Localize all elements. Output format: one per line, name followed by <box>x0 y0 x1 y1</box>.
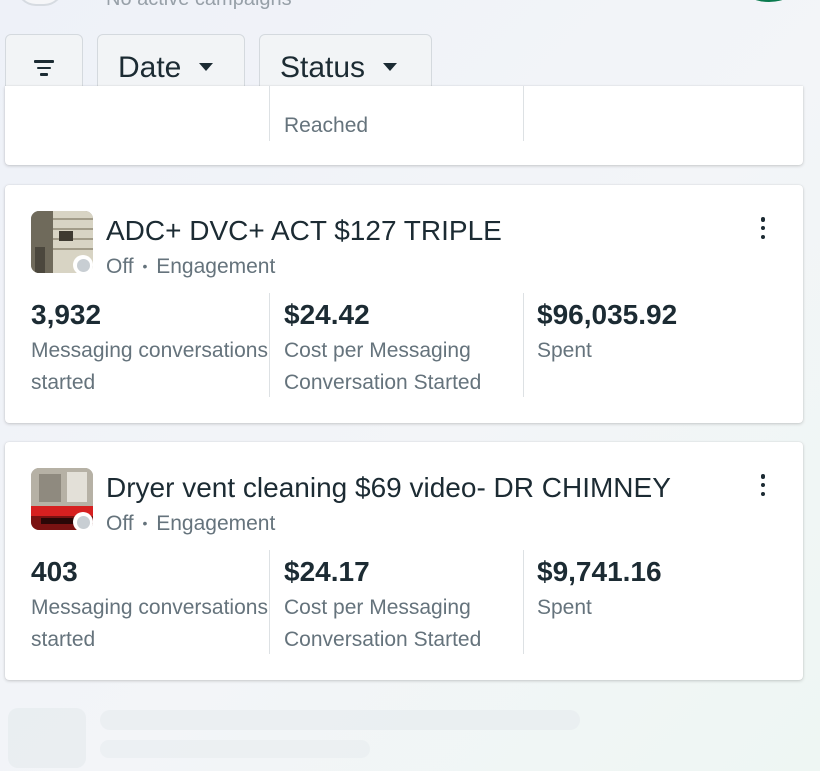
campaign-name[interactable]: Dryer vent cleaning $69 video- DR CHIMNE… <box>106 472 671 504</box>
metric-conversations: 403 Messaging conversations started <box>31 556 271 656</box>
meta-separator: • <box>142 258 148 274</box>
more-options-icon[interactable] <box>755 474 771 496</box>
placeholder-line <box>100 710 580 730</box>
meta-separator: • <box>142 515 148 531</box>
metric-value: $96,035.92 <box>537 299 678 330</box>
metric-label: Reached <box>284 114 369 137</box>
metric-value: $24.42 <box>284 299 370 330</box>
campaign-card[interactable]: Dryer vent cleaning $69 video- DR CHIMNE… <box>5 442 803 680</box>
metric-value: $9,741.16 <box>537 556 662 587</box>
metric-conversations: 3,932 Messaging conversations started <box>31 299 271 399</box>
metric-cost-per-conversation: $24.17 Cost per Messaging Conversation S… <box>284 556 524 656</box>
metric-label: Cost per Messaging Conversation Started <box>284 596 482 651</box>
metric-spent: $9,741.16 Spent <box>537 556 777 624</box>
campaign-meta: Off • Engagement <box>106 512 275 536</box>
campaign-objective: Engagement <box>156 255 276 278</box>
active-campaigns-subtext: No active campaigns <box>106 0 292 11</box>
loading-placeholder <box>0 700 820 771</box>
metric-value: 3,932 <box>31 299 102 330</box>
profile-button[interactable] <box>740 0 798 2</box>
placeholder-line <box>100 740 370 758</box>
account-avatar[interactable] <box>16 0 64 6</box>
caret-down-icon <box>199 63 214 71</box>
campaign-name[interactable]: ADC+ DVC+ ACT $127 TRIPLE <box>106 215 502 247</box>
metric-label: Messaging conversations started <box>31 596 268 651</box>
metric-label: Messaging conversations started <box>31 339 268 394</box>
metric-divider <box>269 86 270 141</box>
metric-value: $24.17 <box>284 556 370 587</box>
campaign-card-partial[interactable]: Reached <box>5 86 803 165</box>
metric-value: 403 <box>31 556 78 587</box>
top-header: No active campaigns <box>0 0 820 16</box>
metric-label: Cost per Messaging Conversation Started <box>284 339 482 394</box>
date-filter-label: Date <box>118 51 182 84</box>
status-filter-label: Status <box>280 51 366 84</box>
status-off-indicator <box>73 255 93 275</box>
metric-spent: $96,035.92 Spent <box>537 299 777 367</box>
placeholder-thumbnail <box>8 708 86 768</box>
campaign-status: Off <box>106 512 134 535</box>
campaign-card[interactable]: ADC+ DVC+ ACT $127 TRIPLE Off • Engageme… <box>5 185 803 423</box>
campaign-objective: Engagement <box>156 512 276 535</box>
metric-label: Spent <box>537 339 592 362</box>
metric-cost-per-conversation: $24.42 Cost per Messaging Conversation S… <box>284 299 524 399</box>
campaign-status: Off <box>106 255 134 278</box>
more-options-icon[interactable] <box>755 217 771 239</box>
metric-label: Spent <box>537 596 592 619</box>
campaign-meta: Off • Engagement <box>106 255 275 279</box>
status-off-indicator <box>73 512 93 532</box>
filter-icon <box>34 60 54 76</box>
metric-divider <box>523 86 524 141</box>
caret-down-icon <box>383 63 398 71</box>
